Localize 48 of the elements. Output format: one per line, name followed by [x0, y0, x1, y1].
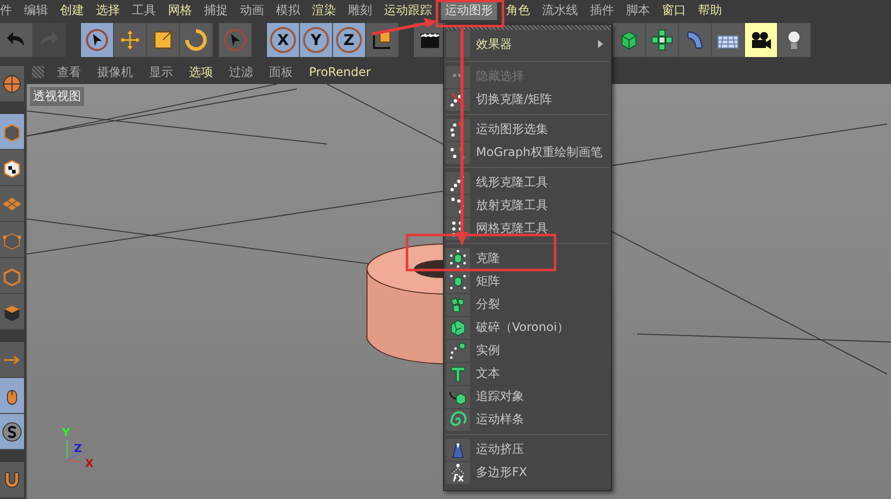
- menu-item[interactable]: 运动挤压: [444, 438, 611, 461]
- menu-item[interactable]: 网格: [165, 0, 195, 20]
- menu-item[interactable]: 脚本: [623, 0, 653, 20]
- menu-item[interactable]: 动画: [237, 0, 267, 20]
- axis-label: Z: [74, 442, 82, 455]
- menu-item[interactable]: 矩阵: [444, 270, 611, 293]
- menu-item[interactable]: 插件: [587, 0, 617, 20]
- menu-item[interactable]: 角色: [503, 0, 533, 20]
- menu-item[interactable]: 编辑: [21, 0, 51, 20]
- menu-item[interactable]: 显示: [144, 64, 178, 80]
- menu-item[interactable]: 窗口: [659, 0, 689, 20]
- menu-item[interactable]: 切换克隆/矩阵: [444, 88, 611, 111]
- menu-item[interactable]: 摄像机: [92, 64, 138, 80]
- menu-item[interactable]: 文本: [444, 362, 611, 385]
- menu-item[interactable]: 运动样条: [444, 408, 611, 431]
- menu-item[interactable]: 模拟: [273, 0, 303, 20]
- menu-item[interactable]: 帮助: [695, 0, 725, 20]
- viewport-title: 透视视图: [30, 87, 84, 106]
- menu-item[interactable]: 运动跟踪: [381, 0, 435, 20]
- menu-item[interactable]: 面板: [264, 64, 298, 80]
- menu-item[interactable]: MoGraph权重绘制画笔: [444, 141, 611, 164]
- menu-item[interactable]: 分裂: [444, 293, 611, 316]
- axis-label: Y: [62, 426, 70, 439]
- menu-item[interactable]: 追踪对象: [444, 385, 611, 408]
- menu-item[interactable]: 选项: [184, 64, 218, 80]
- menu-item[interactable]: 渲染: [309, 0, 339, 20]
- menu-item[interactable]: 克隆: [444, 247, 611, 270]
- toolbar-button[interactable]: X: [267, 23, 300, 57]
- axis-label: X: [85, 457, 94, 468]
- menu-item[interactable]: 雕刻: [345, 0, 375, 20]
- menu-item[interactable]: 捕捉: [201, 0, 231, 20]
- menu-item[interactable]: ProRender: [304, 65, 376, 79]
- menu-item[interactable]: 放射克隆工具: [444, 194, 611, 217]
- menu-item[interactable]: 创建: [57, 0, 87, 20]
- menu-item[interactable]: 件: [0, 0, 15, 20]
- menu-item[interactable]: 过滤: [224, 64, 258, 80]
- toolbar-button[interactable]: Z: [333, 23, 366, 57]
- menu-item[interactable]: 实例: [444, 339, 611, 362]
- menu-item[interactable]: 选择: [93, 0, 123, 20]
- menu-item[interactable]: 工具: [129, 0, 159, 20]
- menu-item[interactable]: 多边形FX: [444, 461, 611, 484]
- menu-item[interactable]: 线形克隆工具: [444, 171, 611, 194]
- menu-item[interactable]: 效果器: [444, 30, 611, 58]
- menu-item[interactable]: 流水线: [539, 0, 581, 20]
- menu-item[interactable]: 运动图形选集: [444, 118, 611, 141]
- menu-item[interactable]: 破碎（Voronoi）: [444, 316, 611, 339]
- toolbar-button[interactable]: Y: [300, 23, 333, 57]
- menu-item[interactable]: 查看: [52, 64, 86, 80]
